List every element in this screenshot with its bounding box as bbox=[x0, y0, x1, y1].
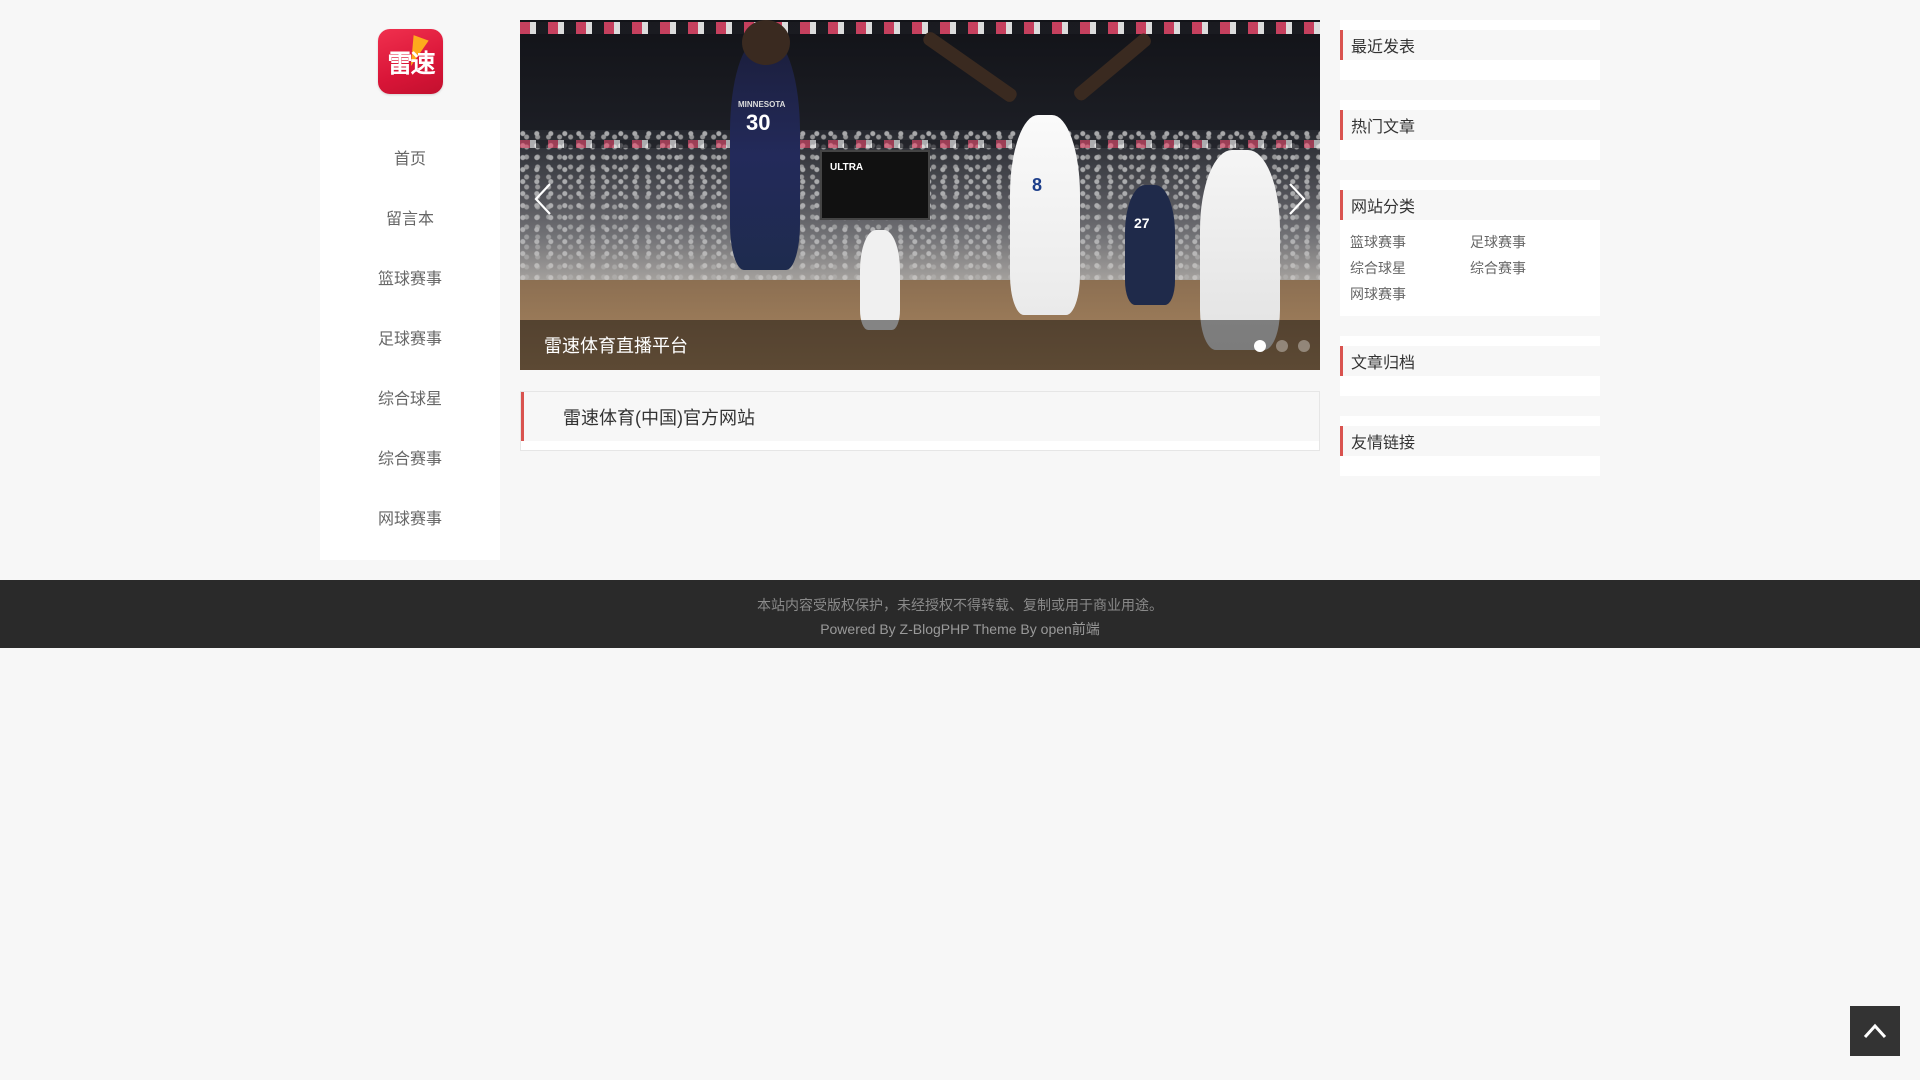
slider-dot-3[interactable] bbox=[1298, 340, 1310, 352]
image-slider[interactable]: ULTRA MINNESOTA 30 8 27 雷速体育直播平台 bbox=[520, 20, 1320, 370]
post-header: 雷速体育(中国)官方网站 bbox=[521, 392, 1319, 441]
category-link[interactable]: 综合球星 bbox=[1350, 258, 1470, 278]
widget-hot: 热门文章 bbox=[1340, 100, 1600, 160]
site-logo[interactable]: 雷速 bbox=[378, 29, 443, 94]
player-defender bbox=[1010, 115, 1080, 315]
category-link[interactable]: 篮球赛事 bbox=[1350, 232, 1470, 252]
jersey-team-text: MINNESOTA bbox=[738, 100, 786, 109]
site-footer: 本站内容受版权保护，未经授权不得转载、复制或用于商业用途。 Powered By… bbox=[0, 580, 1920, 648]
widget-title-links: 友情链接 bbox=[1340, 426, 1600, 456]
footer-copyright: 本站内容受版权保护，未经授权不得转载、复制或用于商业用途。 bbox=[757, 597, 1163, 613]
chevron-left-icon bbox=[534, 183, 551, 215]
widget-title-hot: 热门文章 bbox=[1340, 110, 1600, 140]
player-shooter bbox=[730, 40, 800, 270]
category-link[interactable]: 综合赛事 bbox=[1470, 258, 1590, 278]
page-wrapper: 雷速 首页 留言本 篮球赛事 足球赛事 综合球星 综合赛事 网球赛事 ULTRA bbox=[320, 0, 1600, 580]
widget-title-categories: 网站分类 bbox=[1340, 190, 1600, 220]
slider-prev-button[interactable] bbox=[532, 182, 556, 216]
arena-lights bbox=[520, 22, 1320, 34]
nav-item-tennis[interactable]: 网球赛事 bbox=[320, 500, 500, 560]
jersey-number: 30 bbox=[746, 110, 771, 135]
slider-next-button[interactable] bbox=[1284, 182, 1308, 216]
slider-dots bbox=[1254, 340, 1310, 352]
post-title[interactable]: 雷速体育(中国)官方网站 bbox=[563, 404, 755, 430]
chevron-up-icon bbox=[1863, 1023, 1887, 1039]
widget-body-archive bbox=[1340, 376, 1600, 396]
nav-item-stars[interactable]: 综合球星 bbox=[320, 380, 500, 440]
player-teammate bbox=[1125, 185, 1175, 305]
nav-item-home[interactable]: 首页 bbox=[320, 140, 500, 200]
footer-powered-by[interactable]: Powered By Z-BlogPHP Theme By open前端 bbox=[0, 617, 1920, 641]
back-to-top-button[interactable] bbox=[1850, 1006, 1900, 1056]
chevron-right-icon bbox=[1289, 183, 1306, 215]
widget-body-hot bbox=[1340, 140, 1600, 160]
widget-title-archive: 文章归档 bbox=[1340, 346, 1600, 376]
player-shooter-head bbox=[742, 20, 790, 65]
post-card: 雷速体育(中国)官方网站 bbox=[520, 391, 1320, 451]
category-link[interactable]: 足球赛事 bbox=[1470, 232, 1590, 252]
arena-lights-lower bbox=[520, 140, 1320, 148]
player-background bbox=[860, 230, 900, 330]
slider-dot-2[interactable] bbox=[1276, 340, 1288, 352]
widget-body-recent bbox=[1340, 60, 1600, 80]
widget-links: 友情链接 bbox=[1340, 416, 1600, 476]
widget-archive: 文章归档 bbox=[1340, 336, 1600, 396]
slider-dot-1[interactable] bbox=[1254, 340, 1266, 352]
arena-sign: ULTRA bbox=[830, 162, 864, 173]
widget-title-recent: 最近发表 bbox=[1340, 30, 1600, 60]
sidebar: 最近发表 热门文章 网站分类 篮球赛事 足球赛事 综合球星 综合赛事 网球赛事 … bbox=[1340, 20, 1600, 496]
main-content: ULTRA MINNESOTA 30 8 27 雷速体育直播平台 雷速体育(中国… bbox=[520, 20, 1320, 451]
nav-item-events[interactable]: 综合赛事 bbox=[320, 440, 500, 500]
slider-caption[interactable]: 雷速体育直播平台 bbox=[544, 332, 688, 358]
main-nav: 首页 留言本 篮球赛事 足球赛事 综合球星 综合赛事 网球赛事 bbox=[320, 120, 500, 560]
category-list: 篮球赛事 足球赛事 综合球星 综合赛事 网球赛事 bbox=[1340, 220, 1600, 316]
jersey-number-teammate: 27 bbox=[1134, 215, 1150, 231]
nav-item-basketball[interactable]: 篮球赛事 bbox=[320, 260, 500, 320]
basketball-game-photo: ULTRA MINNESOTA 30 8 27 bbox=[520, 20, 1320, 370]
jersey-number-defender: 8 bbox=[1032, 175, 1043, 195]
widget-categories: 网站分类 篮球赛事 足球赛事 综合球星 综合赛事 网球赛事 bbox=[1340, 180, 1600, 316]
widget-body-links bbox=[1340, 456, 1600, 476]
logo-text: 雷速 bbox=[387, 48, 435, 78]
widget-recent: 最近发表 bbox=[1340, 20, 1600, 80]
arena-scoreboard bbox=[820, 150, 930, 220]
nav-item-football[interactable]: 足球赛事 bbox=[320, 320, 500, 380]
slider-caption-bar: 雷速体育直播平台 bbox=[520, 320, 1320, 370]
category-link[interactable]: 网球赛事 bbox=[1350, 284, 1470, 304]
nav-item-guestbook[interactable]: 留言本 bbox=[320, 200, 500, 260]
